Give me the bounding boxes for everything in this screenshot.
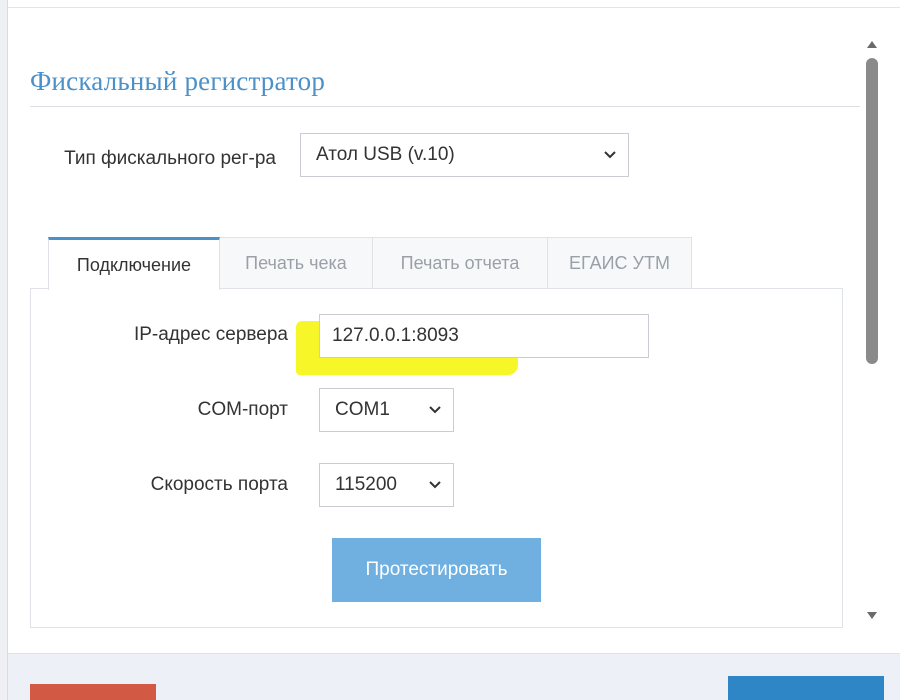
port-speed-select[interactable]: 115200 [319,463,454,507]
title-divider [30,106,860,107]
port-speed-label: Скорость порта [150,474,288,495]
dialog-footer [8,653,900,700]
tab-report-print[interactable]: Печать отчета [372,237,548,289]
tab-connection[interactable]: Подключение [48,237,220,290]
com-port-value: COM1 [335,399,390,420]
ip-address-label: IP-адрес сервера [133,324,288,345]
ip-address-input[interactable]: 127.0.0.1:8093 [319,314,649,358]
tab-connection-label: Подключение [76,254,192,275]
ip-address-value: 127.0.0.1:8093 [332,325,459,346]
footer-cancel-button[interactable] [30,684,156,700]
settings-scroll-area: Фискальный регистратор Тип фискального р… [8,8,860,653]
section-title: Фискальный регистратор [30,66,326,96]
register-type-select[interactable]: Атол USB (v.10) [300,133,629,177]
tab-egais-utm-label: ЕГАИС УТМ [569,253,670,273]
port-speed-value: 115200 [335,474,397,495]
window-left-edge [0,0,8,700]
register-type-label: Тип фискального рег-ра [64,148,276,169]
scrollbar-thumb[interactable] [866,58,878,364]
tab-receipt-print[interactable]: Печать чека [219,237,373,289]
chevron-down-icon [429,481,441,489]
chevron-down-icon [429,406,441,414]
vertical-scrollbar[interactable] [860,30,884,630]
register-type-value: Атол USB (v.10) [316,144,455,165]
com-port-label: COM-порт [197,399,288,420]
com-port-select[interactable]: COM1 [319,388,454,432]
tab-receipt-print-label: Печать чека [245,253,347,273]
footer-save-button[interactable] [728,676,884,700]
triangle-down-icon[interactable] [865,610,879,622]
chevron-down-icon [604,151,616,159]
tab-egais-utm[interactable]: ЕГАИС УТМ [547,237,692,289]
triangle-up-icon[interactable] [865,38,879,50]
tab-report-print-label: Печать отчета [400,253,520,273]
settings-window: Фискальный регистратор Тип фискального р… [0,0,900,700]
test-button[interactable]: Протестировать [332,538,541,602]
window-top-edge [8,0,900,8]
